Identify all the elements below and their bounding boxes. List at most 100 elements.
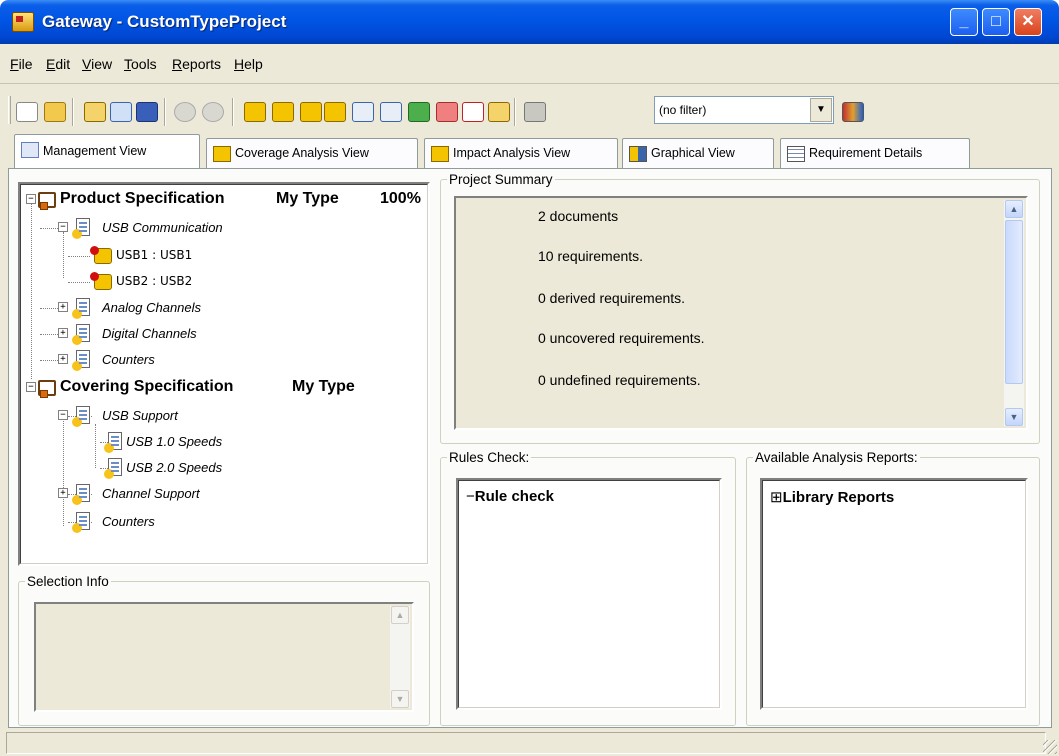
filter-select[interactable]: (no filter) ▼ [654, 96, 834, 124]
document-icon [72, 484, 90, 505]
gateway-app-icon[interactable] [12, 12, 34, 32]
filter-value: (no filter) [659, 103, 707, 117]
selection-info-box: ▲ ▼ [34, 602, 414, 712]
project-summary-legend: Project Summary [449, 172, 553, 187]
toolbar-grip[interactable] [8, 96, 11, 124]
menu-bar: File Edit View Tools Reports Help [0, 44, 1059, 84]
expand-toggle[interactable]: + [58, 302, 68, 312]
compare-icon[interactable] [408, 102, 430, 122]
summary-undefined-requirements: 0 undefined requirements. [538, 372, 701, 388]
node-label: Library Reports [782, 489, 895, 506]
maximize-button[interactable]: □ [982, 8, 1010, 36]
menu-view[interactable]: View [82, 56, 112, 72]
title-bar[interactable]: Gateway - CustomTypeProject _ □ ✕ [0, 0, 1059, 44]
node-type: My Type [276, 190, 339, 207]
tree-node-usb1[interactable]: USB1 : USB1 [116, 248, 192, 262]
document-icon [72, 218, 90, 239]
tab-label: Impact Analysis View [453, 146, 571, 160]
link-icon[interactable] [436, 102, 458, 122]
export-icon[interactable] [488, 102, 510, 122]
graphical-view-icon [629, 146, 647, 162]
tree-node-usb-communication[interactable]: USB Communication [102, 220, 223, 235]
search-document-icon[interactable] [110, 102, 132, 122]
node-type: My Type [292, 378, 355, 395]
chevron-down-icon[interactable]: ▼ [810, 98, 832, 122]
tree-node-library-reports[interactable]: ⊞Library Reports [770, 488, 894, 506]
tree-node-usb-support[interactable]: USB Support [102, 408, 178, 423]
import-document-icon[interactable] [84, 102, 106, 122]
coverage-icon[interactable] [244, 102, 266, 122]
save-icon[interactable] [136, 102, 158, 122]
management-view-icon [21, 142, 39, 158]
summary-scrollbar[interactable]: ▲ ▼ [1004, 200, 1024, 426]
close-button[interactable]: ✕ [1014, 8, 1042, 36]
tree-node-analog-channels[interactable]: Analog Channels [102, 300, 201, 315]
scroll-up-icon[interactable]: ▲ [1005, 200, 1023, 218]
collapse-toggle[interactable]: − [466, 488, 475, 505]
collapse-toggle[interactable]: − [26, 382, 36, 392]
tab-management-view[interactable]: Management View [14, 134, 200, 168]
tree-node-usb-1-0-speeds[interactable]: USB 1.0 Speeds [126, 434, 222, 449]
tree-node-product-specification[interactable]: Product Specification My Type 100% [60, 190, 421, 208]
collapse-toggle[interactable]: − [58, 222, 68, 232]
impact-analysis-icon [431, 146, 449, 162]
requirement-details-icon [787, 146, 805, 162]
tab-graphical-view[interactable]: Graphical View [622, 138, 774, 168]
scroll-down-icon: ▼ [391, 690, 409, 708]
downstream-icon[interactable] [380, 102, 402, 122]
collapse-toggle[interactable]: − [58, 410, 68, 420]
requirement-icon [90, 272, 112, 292]
coverage-analysis-icon [213, 146, 231, 162]
tab-coverage-analysis-view[interactable]: Coverage Analysis View [206, 138, 418, 168]
menu-reports[interactable]: Reports [172, 56, 221, 72]
open-project-icon[interactable] [44, 102, 66, 122]
tab-impact-analysis-view[interactable]: Impact Analysis View [424, 138, 618, 168]
analysis-reports-legend: Available Analysis Reports: [755, 450, 918, 465]
rules-check-legend: Rules Check: [449, 450, 530, 465]
settings-tools-icon[interactable] [524, 102, 546, 122]
document-icon [72, 324, 90, 345]
new-project-icon[interactable] [16, 102, 38, 122]
document-icon [72, 298, 90, 319]
impact-icon[interactable] [272, 102, 294, 122]
expand-toggle[interactable]: + [58, 354, 68, 364]
analysis-reports-tree[interactable]: ⊞Library Reports [760, 478, 1028, 710]
tree-node-covering-specification[interactable]: Covering Specification My Type [60, 378, 355, 396]
tree-content: − Product Specification My Type 100% − U… [20, 184, 428, 564]
scroll-up-icon: ▲ [391, 606, 409, 624]
tree-node-digital-channels[interactable]: Digital Channels [102, 326, 197, 341]
rules-check-tree[interactable]: −Rule check [456, 478, 722, 710]
menu-help[interactable]: Help [234, 56, 263, 72]
view-tabs: Management View Coverage Analysis View I… [0, 134, 1059, 168]
menu-tools[interactable]: Tools [124, 56, 157, 72]
tree-node-counters-2[interactable]: Counters [102, 514, 155, 529]
specification-book-icon [38, 190, 58, 210]
collapse-toggle[interactable]: − [26, 194, 36, 204]
summary-derived-requirements: 0 derived requirements. [538, 290, 686, 306]
document-icon [72, 406, 90, 427]
expand-toggle[interactable]: + [58, 328, 68, 338]
minimize-button[interactable]: _ [950, 8, 978, 36]
document-icon [72, 350, 90, 371]
menu-file[interactable]: File [10, 56, 33, 72]
scroll-thumb[interactable] [1005, 220, 1023, 384]
tree-node-usb-2-0-speeds[interactable]: USB 2.0 Speeds [126, 460, 222, 475]
node-label: Rule check [474, 488, 554, 505]
delete-icon[interactable] [462, 102, 484, 122]
expand-toggle[interactable]: ⊞ [770, 489, 783, 506]
upstream-icon[interactable] [352, 102, 374, 122]
tree-node-channel-support[interactable]: Channel Support [102, 486, 200, 501]
uncovered-requirements-icon[interactable] [324, 102, 346, 122]
resize-grip-icon[interactable] [1043, 740, 1057, 754]
tree-node-usb2[interactable]: USB2 : USB2 [116, 274, 192, 288]
tab-requirement-details[interactable]: Requirement Details [780, 138, 970, 168]
tree-node-rule-check[interactable]: −Rule check [466, 488, 554, 505]
selection-scrollbar: ▲ ▼ [390, 606, 410, 708]
expand-toggle[interactable]: + [58, 488, 68, 498]
menu-edit[interactable]: Edit [46, 56, 70, 72]
undefined-requirements-icon[interactable] [300, 102, 322, 122]
scroll-down-icon[interactable]: ▼ [1005, 408, 1023, 426]
tab-label: Coverage Analysis View [235, 146, 369, 160]
apply-filter-icon[interactable] [842, 102, 864, 122]
tree-node-counters[interactable]: Counters [102, 352, 155, 367]
